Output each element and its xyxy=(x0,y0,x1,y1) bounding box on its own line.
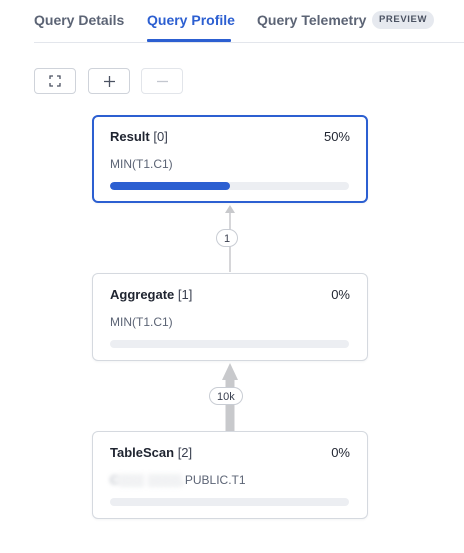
edge-arrowhead xyxy=(222,363,238,380)
operator-name: Result xyxy=(110,129,150,144)
operator-percent: 50% xyxy=(323,129,350,144)
operator-index: [1] xyxy=(177,287,193,302)
edge-arrowhead xyxy=(225,205,235,213)
operator-detail: MIN(T1.C1) xyxy=(110,157,173,171)
redacted-text: C░░░ ░░░░. xyxy=(110,473,185,487)
operator-node-result[interactable]: Result [0] 50% MIN(T1.C1) xyxy=(92,115,368,203)
progress-track xyxy=(110,340,349,348)
progress-track xyxy=(110,498,349,506)
operator-node-aggregate[interactable]: Aggregate [1] 0% MIN(T1.C1) xyxy=(92,273,368,361)
operator-node-tablescan[interactable]: TableScan [2] 0% C░░░ ░░░░.PUBLIC.T1 xyxy=(92,431,368,519)
operator-detail: MIN(T1.C1) xyxy=(110,315,173,329)
operator-name: Aggregate xyxy=(110,287,175,302)
progress-track xyxy=(110,182,349,190)
progress-fill xyxy=(110,182,230,190)
operator-detail: C░░░ ░░░░.PUBLIC.T1 xyxy=(110,473,246,487)
table-name: PUBLIC.T1 xyxy=(184,473,246,487)
operator-percent: 0% xyxy=(331,445,350,460)
edge-row-count[interactable]: 10k xyxy=(209,387,243,405)
edge-row-count[interactable]: 1 xyxy=(216,229,239,247)
operator-index: [0] xyxy=(153,129,168,144)
operator-name: TableScan xyxy=(110,445,175,460)
operator-index: [2] xyxy=(177,445,193,460)
operator-percent: 0% xyxy=(331,287,350,302)
